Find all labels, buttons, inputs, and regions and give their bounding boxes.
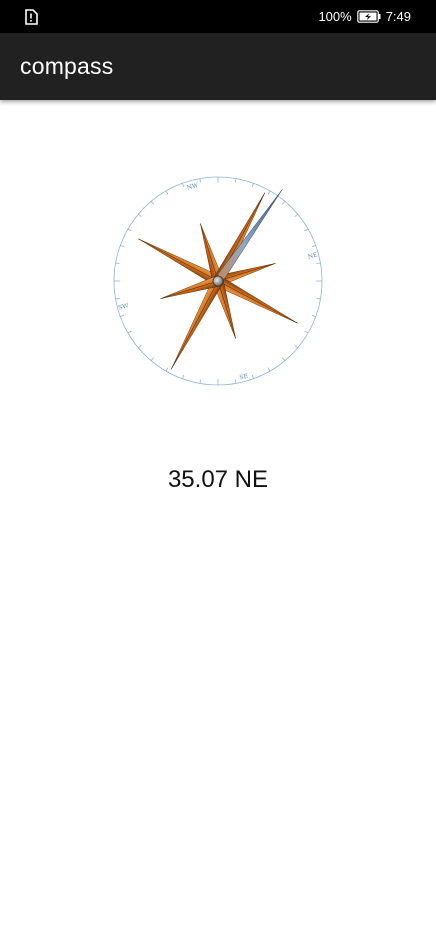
compass-tick — [281, 201, 286, 205]
compass-tick — [150, 201, 155, 205]
compass-tick — [304, 330, 309, 334]
compass-rose-svg: NW NE SE SW — [113, 176, 323, 386]
compass-tick — [267, 367, 271, 372]
compass-tick — [115, 262, 120, 265]
status-time: 7:49 — [385, 9, 411, 24]
compass-tick — [311, 245, 316, 248]
compass-tick — [182, 374, 185, 379]
compass-tick — [199, 379, 202, 384]
app-title: compass — [20, 53, 114, 79]
status-right: 100% 7:49 — [318, 0, 411, 33]
label-right: NE — [307, 251, 318, 260]
compass-tick — [234, 178, 237, 183]
compass-tick — [316, 262, 321, 265]
compass-hub — [212, 275, 224, 287]
label-bottom: SE — [239, 373, 249, 382]
compass-tick — [150, 357, 155, 361]
compass-tick — [294, 344, 298, 349]
rose-point — [170, 277, 224, 370]
compass-tick — [294, 213, 298, 218]
compass-tick — [138, 213, 142, 218]
label-top: NW — [186, 182, 200, 192]
battery-charging-icon — [356, 10, 381, 23]
compass-tick — [115, 297, 120, 300]
status-bar: 100% 7:49 — [0, 0, 436, 33]
compass-tick — [120, 314, 125, 317]
compass-tick — [120, 245, 125, 248]
compass-tick — [267, 190, 271, 195]
heading-readout: 35.07 NE — [167, 466, 269, 493]
compass-tick — [316, 297, 321, 300]
app-bar: compass — [0, 33, 436, 100]
compass-tick — [251, 183, 254, 188]
compass-tick — [199, 178, 202, 183]
compass-dial: NW NE SE SW — [100, 163, 336, 399]
sim-alert-icon — [25, 9, 38, 25]
compass-tick — [138, 344, 142, 349]
compass-tick — [165, 367, 169, 372]
label-left: SW — [118, 302, 131, 312]
compass-tick — [127, 228, 132, 232]
compass-tick — [304, 228, 309, 232]
compass-tick — [311, 314, 316, 317]
compass-tick — [182, 183, 185, 188]
compass-tick — [234, 379, 237, 384]
battery-percent: 100% — [318, 9, 352, 24]
compass-tick — [127, 330, 132, 334]
compass-tick — [165, 190, 169, 195]
compass-tick — [251, 374, 254, 379]
compass-tick — [281, 357, 286, 361]
